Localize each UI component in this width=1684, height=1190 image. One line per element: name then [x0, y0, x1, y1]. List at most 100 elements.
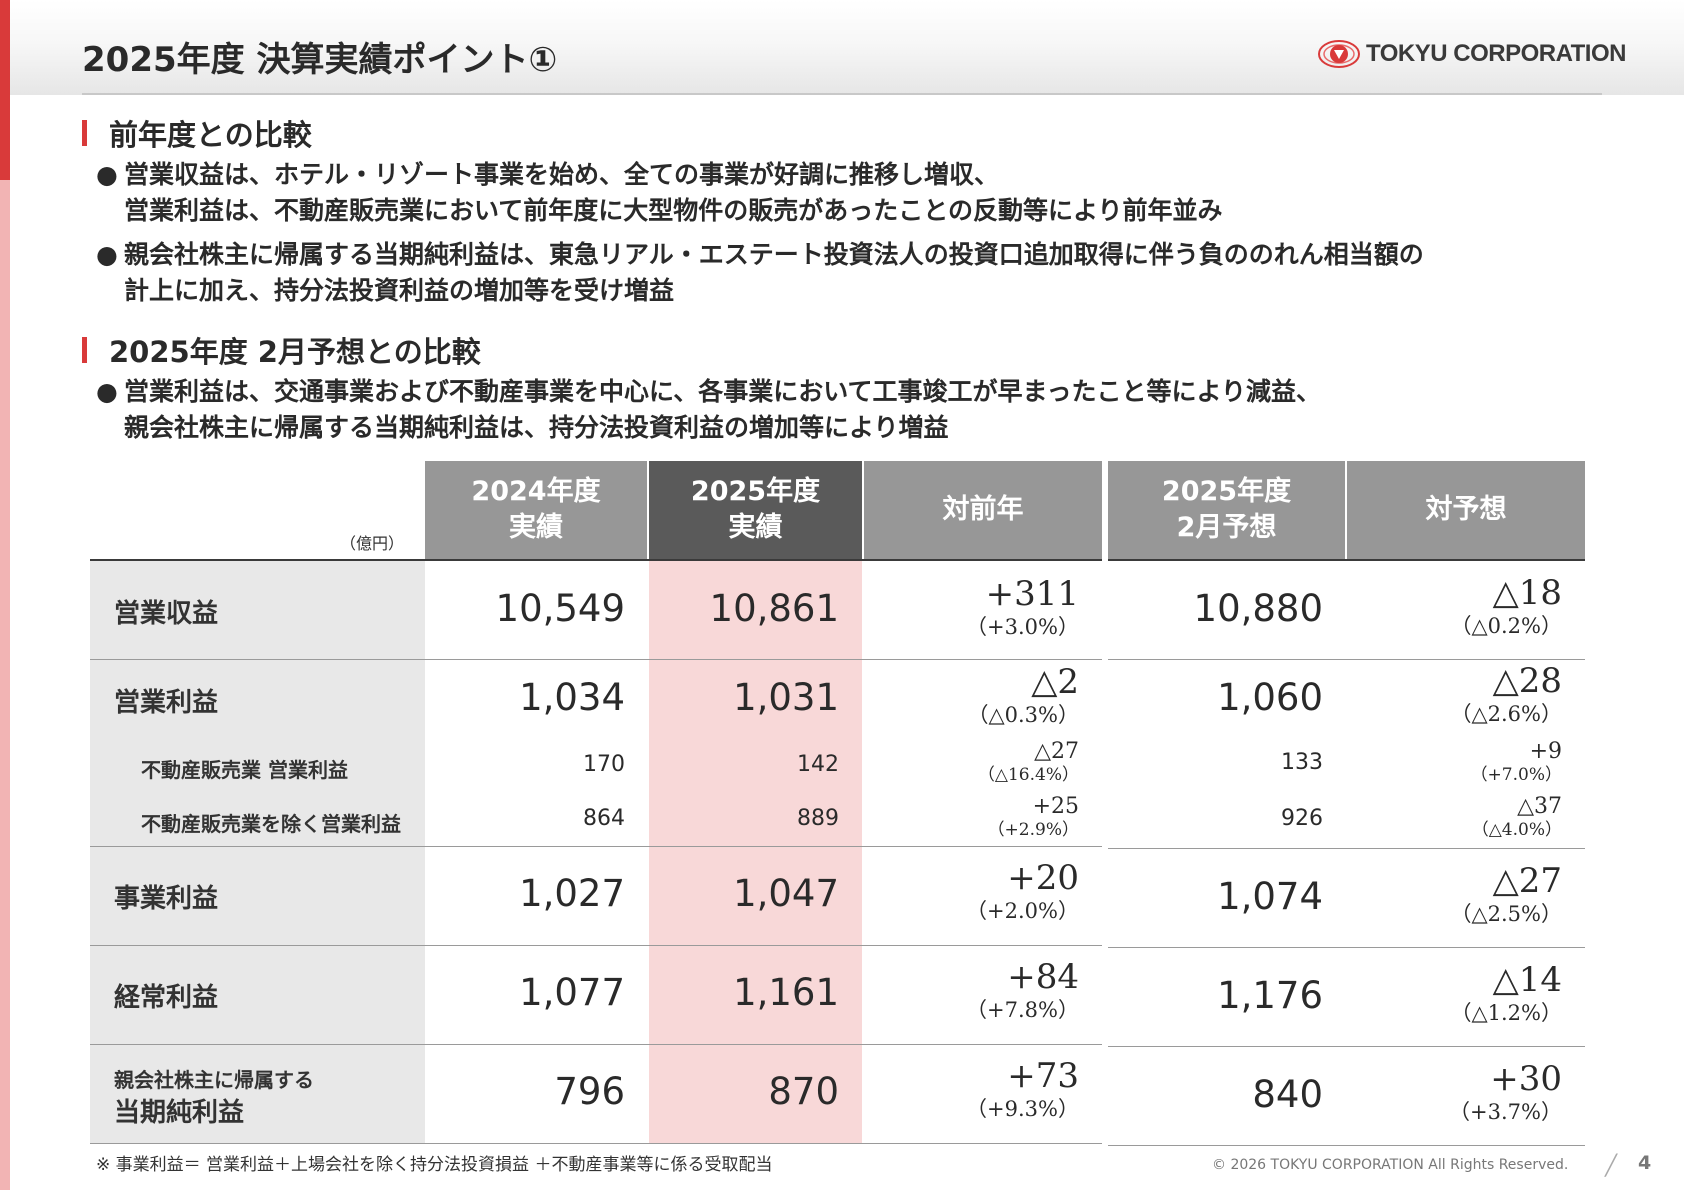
cell-fy2024: 170 — [583, 752, 625, 777]
bullet-dot: ● — [96, 160, 118, 189]
header-line: 実績 — [728, 512, 783, 543]
cell-vs-forecast: +9 （+7.0%） — [1347, 740, 1562, 786]
diff-value: △37 — [1517, 794, 1562, 819]
diff-value: +25 — [1032, 794, 1079, 819]
bullet-item: ● 営業利益は、交通事業および不動産事業を中心に、各事業において工事竣工が早まった… — [96, 374, 1321, 446]
bullet-line: 親会社株主に帰属する当期純利益は、東急リアル・エステート投資法人の投資口追加取得… — [124, 240, 1424, 269]
cell-fy2025: 1,161 — [733, 971, 839, 1014]
header-line: 対前年 — [942, 494, 1024, 525]
diff-percent: （+7.0%） — [1470, 765, 1562, 785]
row-divider — [1108, 1046, 1585, 1047]
cell-yoy: △27 （△16.4%） — [864, 740, 1079, 786]
cell-forecast: 1,074 — [1217, 875, 1323, 918]
cell-fy2024: 1,027 — [519, 872, 625, 915]
footnote: ※ 事業利益＝ 営業利益＋上場会社を除く持分法投資損益 ＋不動産事業等に係る受取… — [96, 1155, 773, 1175]
bullet-dot: ● — [96, 240, 118, 269]
row-divider — [1108, 848, 1585, 849]
header-forecast: 2025年度 2月予想 — [1108, 461, 1345, 559]
cell-forecast: 840 — [1252, 1073, 1323, 1116]
cell-yoy: +20 （+2.0%） — [864, 858, 1079, 924]
logo-text: TOKYU CORPORATION — [1366, 40, 1626, 67]
diff-percent: （△4.0%） — [1471, 820, 1562, 840]
cell-fy2024: 864 — [583, 806, 625, 831]
row-divider — [90, 1143, 1102, 1144]
row-sublabel: 不動産販売業 営業利益 — [141, 758, 348, 782]
diff-percent: （△1.2%） — [1450, 1001, 1562, 1025]
bullet-line: 営業収益は、ホテル・リゾート事業を始め、全ての事業が好調に推移し増収、 — [124, 160, 1000, 189]
diff-value: △27 — [1492, 861, 1562, 901]
bullet-line: 営業利益は、交通事業および不動産事業を中心に、各事業において工事竣工が早まったこ… — [124, 377, 1322, 406]
section-marker — [82, 337, 87, 363]
row-divider — [90, 1044, 1102, 1045]
section-heading-text: 前年度との比較 — [109, 118, 312, 152]
header-line: 2024年度 — [471, 476, 601, 507]
cell-vs-forecast: △37 （△4.0%） — [1347, 795, 1562, 841]
diff-percent: （+3.7%） — [1449, 1100, 1562, 1124]
accent-bar-bottom — [0, 180, 10, 1190]
diff-percent: （+2.0%） — [966, 899, 1079, 923]
section-marker — [82, 120, 87, 146]
label-column-bg — [90, 561, 425, 1143]
footer-separator: ╱ — [1605, 1153, 1618, 1177]
diff-value: +73 — [1007, 1056, 1079, 1096]
bullet-line: 計上に加え、持分法投資利益の増加等を受け増益 — [124, 276, 675, 305]
cell-fy2025: 1,047 — [733, 872, 839, 915]
row-divider — [1108, 947, 1585, 948]
cell-forecast: 1,176 — [1217, 974, 1323, 1017]
cell-forecast: 10,880 — [1193, 587, 1323, 630]
row-divider — [90, 559, 1102, 561]
cell-yoy: △2 （△0.3%） — [864, 662, 1079, 728]
row-label-line1: 親会社株主に帰属する — [114, 1068, 314, 1092]
fy2025-column-highlight — [649, 561, 862, 1143]
header-line: 対予想 — [1425, 494, 1507, 525]
copyright: © 2026 TOKYU CORPORATION All Rights Rese… — [1212, 1157, 1569, 1173]
header-line: 2月予想 — [1176, 512, 1277, 543]
bullet-item: ● 営業収益は、ホテル・リゾート事業を始め、全ての事業が好調に推移し増収、 営業利… — [96, 157, 1223, 229]
row-sublabel: 不動産販売業を除く営業利益 — [141, 812, 401, 836]
diff-value: +84 — [1007, 957, 1079, 997]
diff-value: +311 — [985, 574, 1079, 614]
row-divider — [90, 846, 1102, 847]
diff-percent: （△2.6%） — [1450, 702, 1562, 726]
accent-bar-top — [0, 0, 10, 180]
cell-fy2025: 889 — [797, 806, 839, 831]
cell-forecast: 1,060 — [1217, 676, 1323, 719]
cell-vs-forecast: △14 （△1.2%） — [1347, 960, 1562, 1026]
cell-yoy: +84 （+7.8%） — [864, 957, 1079, 1023]
bullet-item: ● 親会社株主に帰属する当期純利益は、東急リアル・エステート投資法人の投資口追加取… — [96, 237, 1424, 309]
cell-fy2025: 870 — [768, 1070, 839, 1113]
section-heading-forecast: 2025年度 2月予想との比較 — [82, 329, 481, 371]
row-label: 経常利益 — [114, 983, 219, 1013]
diff-value: +20 — [1007, 858, 1079, 898]
diff-value: +9 — [1529, 739, 1562, 764]
row-label: 事業利益 — [114, 884, 219, 914]
diff-value: △27 — [1034, 739, 1079, 764]
header-vs-forecast: 対予想 — [1347, 461, 1585, 559]
page-title: 2025年度 決算実績ポイント① — [82, 40, 558, 80]
page-number: 4 — [1638, 1152, 1652, 1174]
cell-yoy: +311 （+3.0%） — [864, 574, 1079, 640]
diff-value: △14 — [1492, 960, 1562, 1000]
diff-percent: （+2.9%） — [987, 820, 1079, 840]
cell-vs-forecast: △27 （△2.5%） — [1347, 861, 1562, 927]
diff-value: △28 — [1492, 661, 1562, 701]
diff-percent: （+7.8%） — [966, 998, 1079, 1022]
cell-fy2024: 10,549 — [495, 587, 625, 630]
cell-forecast: 926 — [1281, 806, 1323, 831]
diff-percent: （△0.3%） — [967, 703, 1079, 727]
diff-percent: （+9.3%） — [966, 1097, 1079, 1121]
header-line: 2025年度 — [690, 476, 821, 507]
row-divider — [90, 659, 1102, 660]
cell-fy2024: 1,034 — [519, 676, 625, 719]
row-label: 営業利益 — [114, 688, 219, 718]
section-heading-text: 2025年度 2月予想との比較 — [109, 335, 481, 369]
cell-fy2025: 142 — [797, 752, 839, 777]
header-fy2025: 2025年度 実績 — [649, 461, 862, 559]
tokyu-logo-icon — [1318, 40, 1360, 68]
diff-value: +30 — [1490, 1059, 1562, 1099]
diff-percent: （△2.5%） — [1450, 902, 1562, 926]
diff-percent: （+3.0%） — [966, 615, 1079, 639]
bullet-line: 営業利益は、不動産販売業において前年度に大型物件の販売があったことの反動等により… — [124, 196, 1223, 225]
row-label: 営業収益 — [114, 599, 219, 629]
diff-value: △18 — [1492, 573, 1562, 613]
